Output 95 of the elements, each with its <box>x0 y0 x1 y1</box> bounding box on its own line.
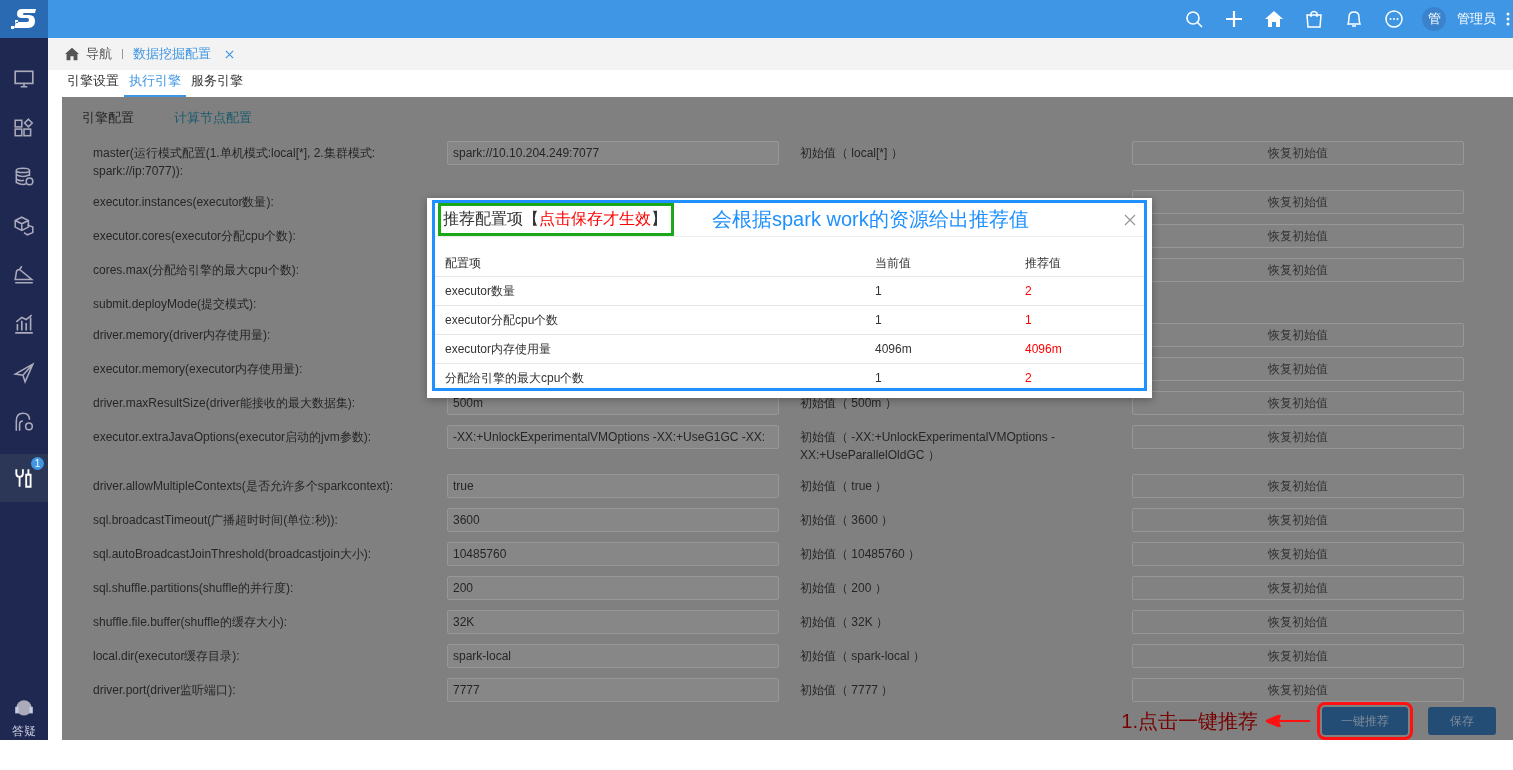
database-icon <box>13 166 35 188</box>
field-label: driver.memory(driver内存使用量): <box>93 327 272 344</box>
table-cell: 1 <box>865 305 1015 335</box>
input-field[interactable]: 7777 <box>447 678 779 702</box>
table-cell: executor数量 <box>435 276 865 306</box>
input-field[interactable]: spark://10.10.204.249:7077 <box>447 141 779 165</box>
field-label: cores.max(分配给引擎的最大cpu个数): <box>93 262 301 279</box>
field-label: local.dir(executor缓存目录): <box>93 648 241 665</box>
reset-button[interactable]: 恢复初始值 <box>1132 644 1464 668</box>
field-label: executor.extraJavaOptions(executor启动的jvm参数): <box>93 429 373 446</box>
initial-value: 初始值（ 10485760 ） <box>799 546 922 563</box>
field-label: driver.port(driver监听端口): <box>93 682 237 699</box>
column-header: 推荐值 <box>1015 251 1144 277</box>
reset-button[interactable]: 恢复初始值 <box>1132 190 1464 214</box>
bag-icon[interactable] <box>1304 9 1324 29</box>
sidebar-item[interactable]: 1 <box>0 454 48 502</box>
tab[interactable]: 引擎设置 <box>62 72 124 97</box>
table-cell: 1 <box>865 276 1015 306</box>
reset-button[interactable]: 恢复初始值 <box>1132 508 1464 532</box>
input-field[interactable]: true <box>447 474 779 498</box>
table-cell: executor内存使用量 <box>435 334 865 364</box>
annotation-text: 会根据spark work的资源给出推荐值 <box>712 207 1030 232</box>
initial-value: 初始值（ 7777 ） <box>799 682 895 699</box>
input-field[interactable]: 32K <box>447 610 779 634</box>
input-field[interactable]: 200 <box>447 576 779 600</box>
initial-value: 初始值（ 500m ） <box>799 395 898 412</box>
table-cell: 分配给引擎的最大cpu个数 <box>435 363 865 392</box>
sub-tab[interactable]: 引擎配置 <box>82 110 134 127</box>
field-label: executor.memory(executor内存使用量): <box>93 361 304 378</box>
field-label: sql.shuffle.partitions(shuffle的并行度): <box>93 580 295 597</box>
field-label: master(运行模式配置(1.单机模式:local[*], 2.集群模式: spark://ip:7077)): <box>93 145 377 180</box>
plus-icon[interactable] <box>1224 9 1244 29</box>
field-label: driver.allowMultipleContexts(是否允许多个sparkcontext): <box>93 478 395 495</box>
action-button[interactable]: 保存 <box>1428 707 1496 735</box>
initial-value: 初始值（ 3600 ） <box>799 512 895 529</box>
tools-icon <box>13 467 35 489</box>
dialog-title: 推荐配置项【点击保存才生效】 <box>438 203 674 236</box>
field-label: sql.broadcastTimeout(广播超时时间(单位:秒)): <box>93 512 339 529</box>
table-cell: executor分配cpu个数 <box>435 305 865 335</box>
reset-button[interactable]: 恢复初始值 <box>1132 610 1464 634</box>
monitor-icon <box>13 68 35 90</box>
send-icon <box>13 362 35 384</box>
field-label: executor.instances(executor数量): <box>93 194 275 211</box>
field-label: shuffle.file.buffer(shuffle的缓存大小): <box>93 614 289 631</box>
initial-value: 初始值（ 32K ） <box>799 614 890 631</box>
tab[interactable]: 服务引擎 <box>186 72 248 97</box>
field-label: driver.maxResultSize(driver能接收的最大数据集): <box>93 395 357 412</box>
table-cell: 4096m <box>1015 334 1144 364</box>
table-cell: 4096m <box>865 334 1015 364</box>
annotation-text: 1.点击一键推荐 <box>1121 708 1258 734</box>
close-icon[interactable] <box>1124 213 1136 226</box>
bell-icon[interactable] <box>1344 9 1364 29</box>
close-icon[interactable] <box>225 49 234 59</box>
notification-badge: 1 <box>31 457 44 470</box>
initial-value: 初始值（ 200 ） <box>799 580 888 597</box>
input-field[interactable]: 10485760 <box>447 542 779 566</box>
input-field[interactable]: 3600 <box>447 508 779 532</box>
reset-button[interactable]: 恢复初始值 <box>1132 425 1464 449</box>
search-icon[interactable] <box>1184 9 1204 29</box>
apps-icon <box>13 117 35 139</box>
annotation-arrow <box>1266 715 1310 727</box>
reset-button[interactable]: 恢复初始值 <box>1132 576 1464 600</box>
table-cell: 2 <box>1015 276 1144 306</box>
reset-button[interactable]: 恢复初始值 <box>1132 391 1464 415</box>
reset-button[interactable]: 恢复初始值 <box>1132 141 1464 165</box>
home-icon[interactable] <box>1264 9 1284 29</box>
input-field[interactable]: -XX:+UnlockExperimentalVMOptions -XX:+UseG1GC -XX: <box>447 425 779 449</box>
field-label: submit.deployMode(提交模式): <box>93 296 258 313</box>
user-name[interactable]: 管理员 <box>1457 10 1496 28</box>
home-icon[interactable] <box>64 47 80 61</box>
initial-value: 初始值（ true ） <box>799 478 889 495</box>
initial-value: 初始值（ spark-local ） <box>799 648 926 665</box>
more-icon[interactable] <box>1506 12 1510 26</box>
reset-button[interactable]: 恢复初始值 <box>1132 678 1464 702</box>
reset-button[interactable]: 恢复初始值 <box>1132 474 1464 498</box>
table-cell: 1 <box>865 363 1015 392</box>
sub-tab[interactable]: 计算节点配置 <box>174 110 252 127</box>
input-field[interactable]: spark-local <box>447 644 779 668</box>
reset-button[interactable]: 恢复初始值 <box>1132 542 1464 566</box>
app-logo[interactable] <box>0 0 48 38</box>
page-tab[interactable]: 数据挖掘配置 <box>133 45 211 63</box>
field-label: executor.cores(executor分配cpu个数): <box>93 228 297 245</box>
cube-icon <box>13 215 35 237</box>
logo-icon <box>10 6 38 32</box>
initial-value: 初始值（ -XX:+UnlockExperimentalVMOptions -XX:+UseParallelOldGC ） <box>799 429 1057 464</box>
help-label[interactable]: 答疑 <box>12 723 36 740</box>
table-cell: 1 <box>1015 305 1144 335</box>
user-avatar[interactable]: 管 <box>1422 7 1446 31</box>
column-header: 配置项 <box>435 251 865 277</box>
initial-value: 初始值（ local[*] ） <box>799 145 904 162</box>
breadcrumb-home[interactable]: 导航 <box>86 45 112 63</box>
column-header: 当前值 <box>865 251 1015 277</box>
field-label: sql.autoBroadcastJoinThreshold(broadcastjoin大小): <box>93 546 373 563</box>
chart-icon <box>13 313 35 335</box>
chat-icon[interactable] <box>1384 9 1404 29</box>
